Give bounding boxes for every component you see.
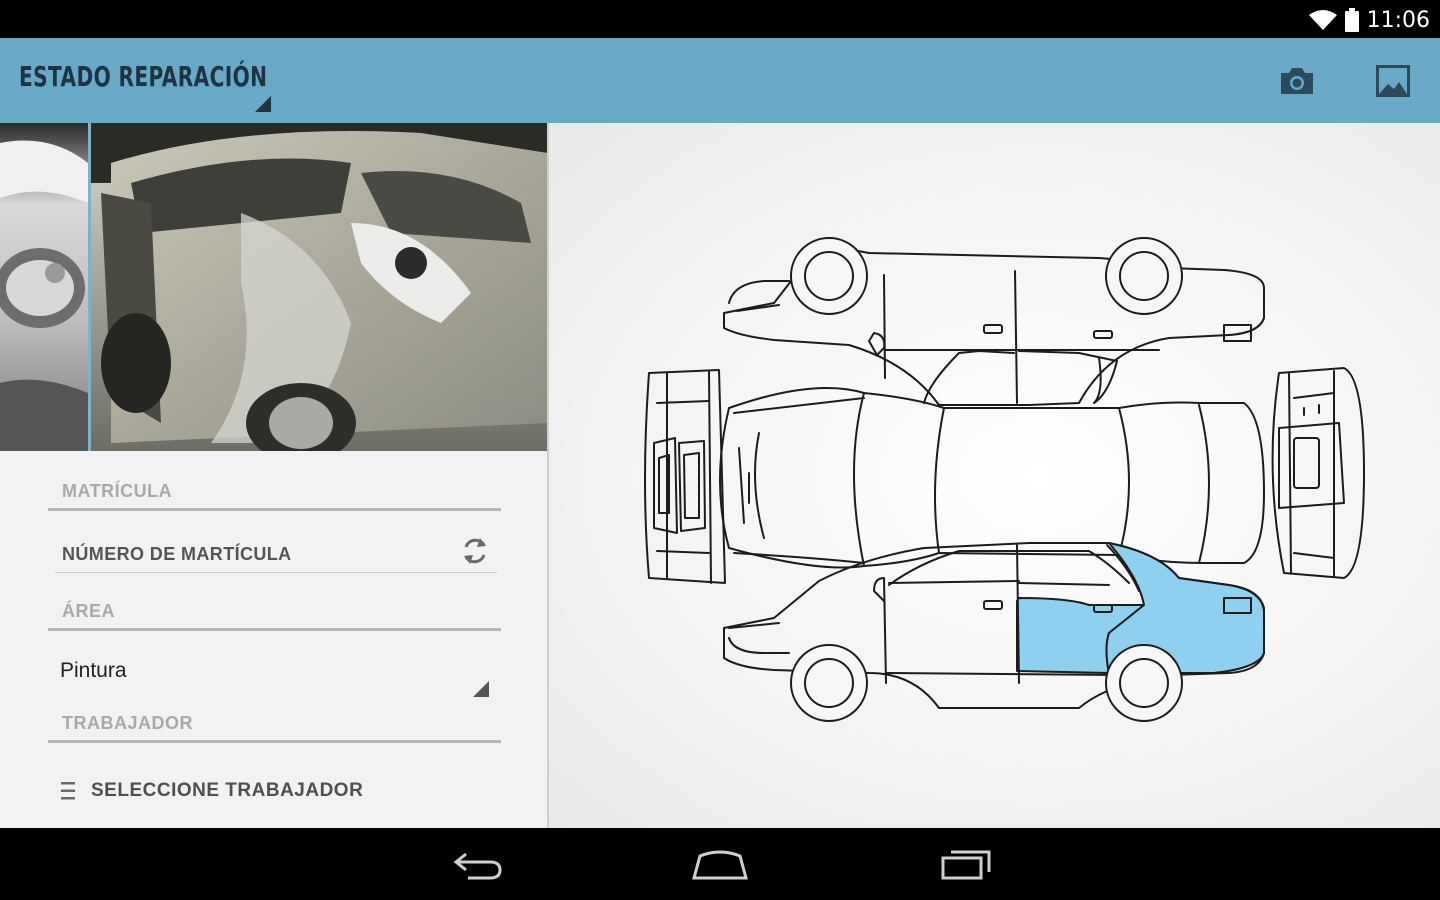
matricula-input-underline (55, 572, 497, 573)
battery-icon (1344, 8, 1359, 32)
status-bar: 11:06 (0, 0, 1440, 38)
status-time: 11:06 (1366, 7, 1430, 33)
matricula-label: MATRÍCULA (62, 481, 173, 501)
worker-divider (48, 740, 501, 743)
repair-photo-1[interactable] (0, 123, 88, 451)
recents-button[interactable] (935, 842, 995, 886)
recents-icon (941, 850, 991, 880)
car-damage-diagram (644, 237, 1365, 722)
select-worker-button[interactable]: SELECCIONE TRABAJADOR (56, 771, 386, 811)
repair-photo-2[interactable] (91, 123, 548, 451)
home-button[interactable] (690, 842, 750, 886)
refresh-button[interactable] (458, 534, 492, 568)
action-bar: ESTADO REPARACIÓN (0, 38, 1440, 123)
refresh-icon (464, 538, 486, 564)
car-front-view (644, 369, 726, 584)
back-icon (453, 852, 502, 880)
left-panel: MATRÍCULA NÚMERO DE MARTÍCULA ÁREA Pintu… (0, 123, 548, 828)
car-rear-view (1271, 367, 1365, 579)
title-dropdown-caret[interactable] (255, 96, 271, 112)
app-title[interactable]: ESTADO REPARACIÓN (19, 60, 267, 93)
car-diagram-panel (549, 123, 1440, 828)
camera-icon (1281, 68, 1313, 94)
area-divider (48, 628, 501, 631)
home-icon (692, 850, 748, 880)
matricula-input[interactable]: NÚMERO DE MARTÍCULA (62, 544, 292, 565)
car-right-side-view (723, 542, 1265, 722)
navigation-bar (0, 828, 1440, 900)
back-button[interactable] (448, 842, 508, 886)
gallery-button[interactable] (1372, 60, 1414, 102)
car-top-view (719, 387, 1265, 569)
select-worker-label: SELECCIONE TRABAJADOR (91, 780, 364, 801)
gallery-icon (1376, 65, 1410, 97)
matricula-divider (48, 508, 501, 511)
area-select[interactable]: Pintura (60, 659, 127, 683)
list-icon (61, 782, 75, 800)
area-select-caret[interactable] (473, 681, 489, 697)
worker-label: TRABAJADOR (62, 713, 193, 733)
photo-strip (0, 123, 548, 451)
wifi-icon (1308, 10, 1337, 30)
car-left-side-view (723, 237, 1265, 406)
status-icons: 11:06 (1308, 6, 1430, 34)
camera-button[interactable] (1276, 60, 1318, 102)
area-label: ÁREA (62, 601, 116, 621)
